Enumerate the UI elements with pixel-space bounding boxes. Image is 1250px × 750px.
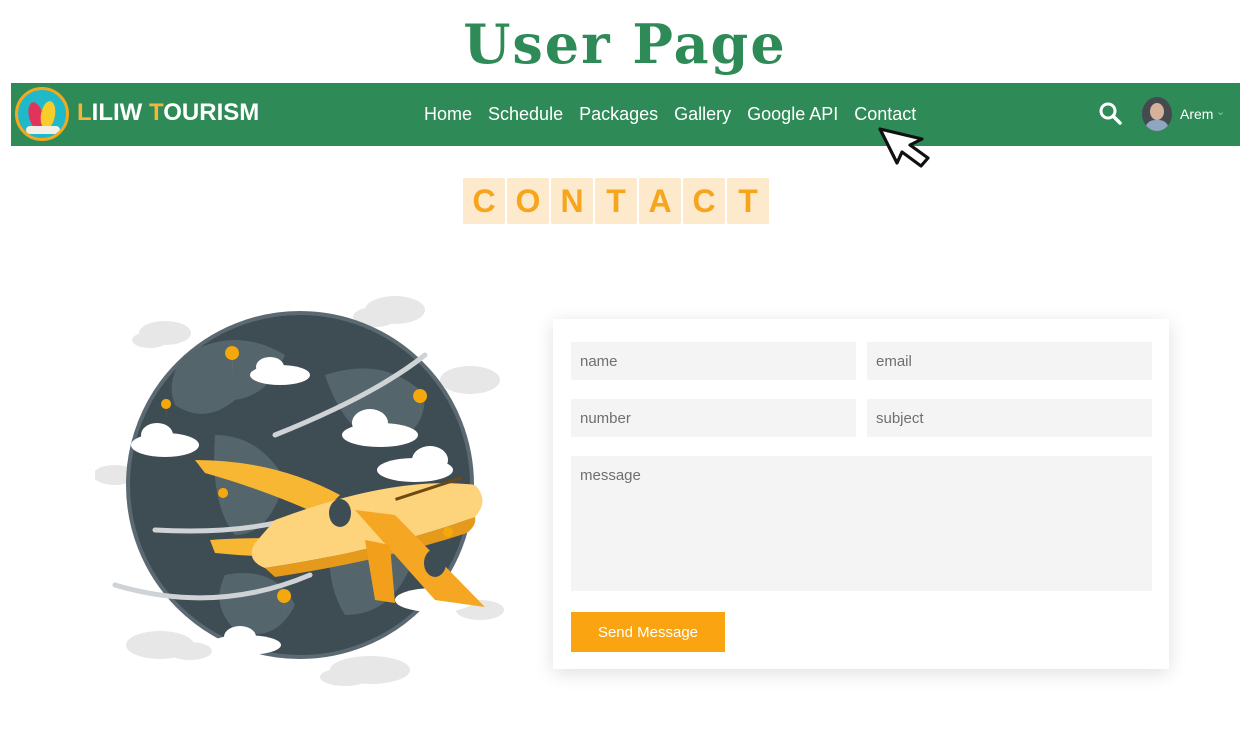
navbar: LILIW TOURISM Home Schedule Packages Gal…	[11, 83, 1240, 146]
heading-letter: N	[551, 178, 593, 224]
page-title: User Page	[463, 12, 787, 76]
nav-link-packages[interactable]: Packages	[571, 104, 666, 125]
brand-initial-l: L	[77, 99, 92, 126]
heading-letter: T	[727, 178, 769, 224]
globe-airplane-illustration	[95, 296, 504, 686]
nav-link-google-api[interactable]: Google API	[739, 104, 846, 125]
name-field[interactable]	[571, 342, 856, 380]
subject-field[interactable]	[867, 399, 1152, 437]
heading-letter: A	[639, 178, 681, 224]
message-field[interactable]	[571, 456, 1152, 591]
logo-icon[interactable]	[15, 87, 69, 141]
number-field[interactable]	[571, 399, 856, 437]
nav-link-home[interactable]: Home	[416, 104, 480, 125]
brand-part-liliw: ILIW	[91, 99, 149, 126]
heading-letter: C	[683, 178, 725, 224]
brand-initial-t: T	[149, 99, 164, 126]
heading-letter: O	[507, 178, 549, 224]
user-avatar[interactable]	[1142, 97, 1172, 131]
contact-form: Send Message	[553, 319, 1169, 669]
nav-link-schedule[interactable]: Schedule	[480, 104, 571, 125]
heading-letter: C	[463, 178, 505, 224]
heading-letter: T	[595, 178, 637, 224]
chevron-down-icon[interactable]: ⌄	[1216, 105, 1225, 118]
user-name[interactable]: Arem	[1180, 106, 1213, 122]
search-icon[interactable]	[1098, 101, 1122, 125]
brand-part-tourism: OURISM	[163, 99, 260, 126]
send-message-button[interactable]: Send Message	[571, 612, 725, 652]
nav-link-gallery[interactable]: Gallery	[666, 104, 739, 125]
brand-name[interactable]: LILIW TOURISM	[77, 99, 259, 127]
nav-links: Home Schedule Packages Gallery Google AP…	[416, 83, 924, 146]
contact-heading: C O N T A C T	[463, 178, 769, 224]
nav-link-contact[interactable]: Contact	[846, 104, 924, 125]
email-field[interactable]	[867, 342, 1152, 380]
